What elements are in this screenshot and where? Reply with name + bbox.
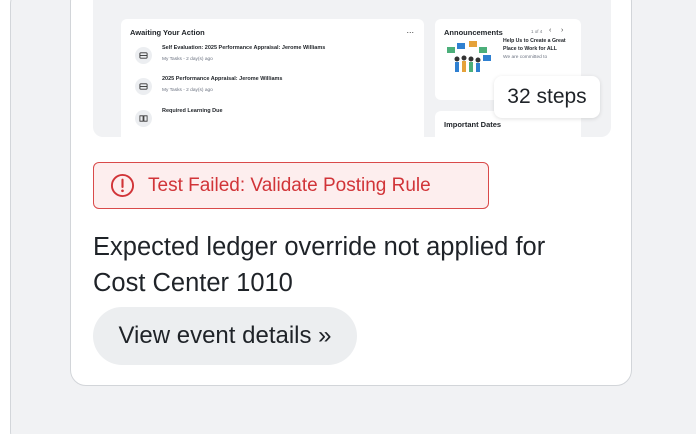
screenshot-preview[interactable]: Awaiting Your Action ... Self Evaluation… [93, 0, 611, 137]
test-failed-banner: Test Failed: Validate Posting Rule [93, 162, 489, 209]
awaiting-title: Awaiting Your Action [130, 28, 205, 37]
task-title: Self Evaluation: 2025 Performance Apprai… [162, 45, 326, 51]
awaiting-action-panel: Awaiting Your Action ... Self Evaluation… [121, 19, 424, 137]
more-menu-icon[interactable]: ... [406, 25, 414, 35]
task-item[interactable]: Self Evaluation: 2025 Performance Apprai… [135, 43, 405, 71]
announcement-body: We are committed to [503, 55, 548, 60]
announcement-illustration [443, 41, 493, 77]
chevron-right-icon[interactable]: › [561, 27, 563, 34]
task-meta: My Tasks - 2 day(s) ago [162, 88, 213, 93]
book-icon [135, 110, 152, 127]
task-meta: My Tasks - 2 day(s) ago [162, 57, 213, 62]
pager-text: 1 of 4 [531, 29, 543, 34]
task-title: 2025 Performance Appraisal: Jerome Willi… [162, 76, 283, 82]
test-failed-label: Test Failed: Validate Posting Rule [148, 174, 431, 196]
task-item[interactable]: 2025 Performance Appraisal: Jerome Willi… [135, 74, 405, 102]
task-item[interactable]: Required Learning Due [135, 106, 405, 134]
inbox-icon [135, 78, 152, 95]
test-result-card: Awaiting Your Action ... Self Evaluation… [70, 0, 632, 386]
task-title: Required Learning Due [162, 108, 223, 114]
inbox-icon [135, 47, 152, 64]
failure-message: Expected ledger override not applied for… [93, 233, 546, 297]
announcements-title: Announcements [444, 28, 503, 37]
announcement-headline[interactable]: Help Us to Create a Great Place to Work … [503, 37, 575, 53]
alert-circle-icon [110, 173, 135, 198]
view-event-details-button[interactable]: View event details » [93, 307, 357, 365]
steps-badge: 32 steps [494, 76, 600, 118]
chevron-left-icon[interactable]: ‹ [549, 27, 551, 34]
important-dates-title: Important Dates [444, 120, 502, 129]
